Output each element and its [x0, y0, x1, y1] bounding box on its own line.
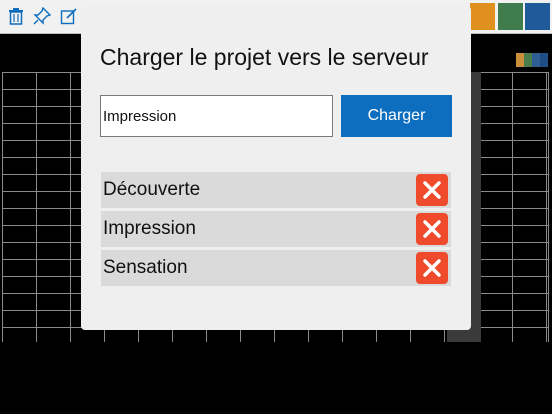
mini-color-strip	[516, 53, 548, 67]
trash-icon[interactable]	[7, 7, 25, 25]
project-name: Impression	[103, 218, 196, 239]
project-name-input[interactable]	[100, 95, 333, 137]
project-list: Découverte Impression Sensation	[101, 172, 451, 289]
list-item[interactable]: Découverte	[101, 172, 451, 208]
upload-project-dialog: Charger le projet vers le serveur Charge…	[81, 6, 471, 330]
pin-icon[interactable]	[33, 7, 51, 25]
load-button[interactable]: Charger	[341, 95, 452, 137]
color-swatch-blue[interactable]	[525, 3, 550, 30]
edit-icon[interactable]	[60, 7, 78, 25]
delete-project-button[interactable]	[416, 252, 448, 284]
delete-project-button[interactable]	[416, 213, 448, 245]
project-name: Découverte	[103, 179, 201, 200]
list-item[interactable]: Impression	[101, 211, 451, 247]
color-swatch-green[interactable]	[498, 3, 523, 30]
color-swatch-orange[interactable]	[470, 3, 495, 30]
close-x-icon	[423, 181, 441, 199]
delete-project-button[interactable]	[416, 174, 448, 206]
close-x-icon	[423, 220, 441, 238]
close-x-icon	[423, 259, 441, 277]
list-item[interactable]: Sensation	[101, 250, 451, 286]
project-name: Sensation	[103, 257, 188, 278]
dialog-title: Charger le projet vers le serveur	[100, 44, 429, 70]
